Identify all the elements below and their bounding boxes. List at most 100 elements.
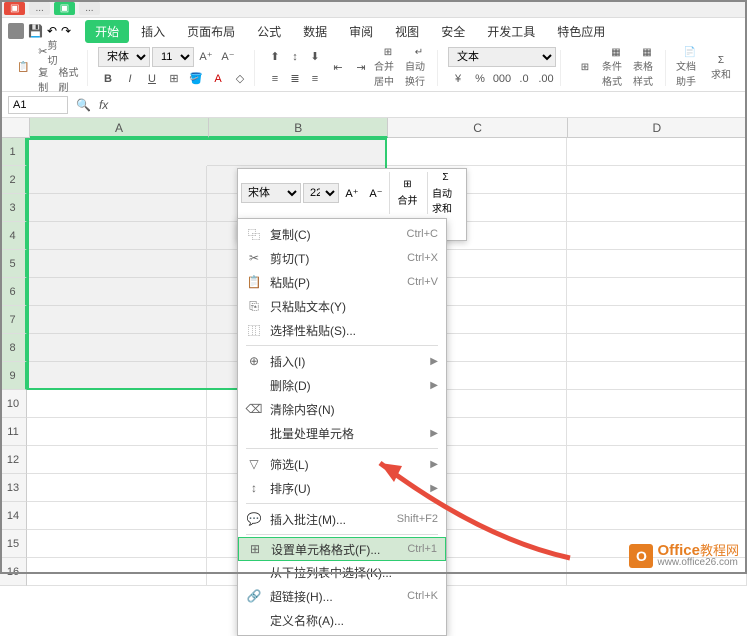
table-style-button[interactable]: ▦表格样式: [633, 50, 661, 86]
italic-button[interactable]: I: [120, 69, 140, 89]
align-left-icon[interactable]: ≡: [265, 69, 285, 89]
name-box[interactable]: [8, 96, 68, 114]
row-header[interactable]: 12: [0, 446, 27, 474]
fill-color-button[interactable]: 🪣: [186, 69, 206, 89]
fx-icon[interactable]: 🔍: [76, 98, 91, 112]
ctx-paste-text[interactable]: ⎘只粘贴文本(Y): [238, 294, 446, 318]
underline-button[interactable]: U: [142, 69, 162, 89]
ctx-define-name[interactable]: 定义名称(A)...: [238, 608, 446, 632]
tab-review[interactable]: 审阅: [339, 20, 383, 43]
format-painter-button[interactable]: 格式刷: [59, 64, 83, 94]
row-header[interactable]: 13: [0, 474, 27, 502]
ctx-cut[interactable]: ✂剪切(T)Ctrl+X: [238, 246, 446, 270]
col-header-d[interactable]: D: [568, 118, 747, 138]
chevron-right-icon: ▶: [430, 356, 438, 367]
col-header-a[interactable]: A: [30, 118, 209, 138]
ctx-paste-special[interactable]: ⿲选择性粘贴(S)...: [238, 318, 446, 342]
doc-helper-button[interactable]: 📄文档助手: [676, 50, 704, 86]
wrap-text-button[interactable]: ↵自动换行: [405, 50, 433, 86]
ctx-batch[interactable]: 批量处理单元格▶: [238, 421, 446, 445]
mini-font-select[interactable]: 宋体: [241, 183, 301, 203]
align-right-icon[interactable]: ≡: [305, 69, 325, 89]
ctx-comment[interactable]: 💬插入批注(M)...Shift+F2: [238, 507, 446, 531]
tab-dev[interactable]: 开发工具: [477, 20, 545, 43]
align-bot-icon[interactable]: ⬇: [305, 47, 325, 67]
sum-button[interactable]: Σ求和: [707, 50, 735, 86]
ctx-insert[interactable]: ⊕插入(I)▶: [238, 349, 446, 373]
ctx-sort[interactable]: ↕排序(U)▶: [238, 476, 446, 500]
row-header[interactable]: 3: [0, 194, 27, 222]
watermark-logo-icon: O: [629, 544, 653, 568]
col-header-b[interactable]: B: [209, 118, 388, 138]
ctx-paste[interactable]: 📋粘贴(P)Ctrl+V: [238, 270, 446, 294]
align-center-icon[interactable]: ≣: [285, 69, 305, 89]
ctx-format-cells[interactable]: ⊞设置单元格格式(F)...Ctrl+1: [238, 537, 446, 561]
app-menu-icon[interactable]: [8, 23, 24, 39]
number-format-select[interactable]: 文本: [448, 47, 556, 67]
merge-center-button[interactable]: ⊞合并居中: [374, 50, 402, 86]
row-header[interactable]: 2: [0, 166, 27, 194]
row-header[interactable]: 4: [0, 222, 27, 250]
row-header[interactable]: 16: [0, 558, 27, 586]
font-name-select[interactable]: 宋体: [98, 47, 150, 67]
grow-font-icon[interactable]: A⁺: [196, 47, 216, 67]
redo-icon[interactable]: ↷: [61, 24, 71, 38]
mini-sum-button[interactable]: Σ自动求和: [427, 172, 463, 214]
currency-icon[interactable]: ¥: [448, 69, 468, 89]
cell-format-button[interactable]: ⊞: [571, 50, 599, 86]
copy-button[interactable]: 复制: [38, 64, 54, 94]
ctx-delete[interactable]: 删除(D)▶: [238, 373, 446, 397]
ctx-hyperlink[interactable]: 🔗超链接(H)...Ctrl+K: [238, 584, 446, 608]
tab-home[interactable]: 开始: [85, 20, 129, 43]
save-icon[interactable]: 💾: [28, 24, 43, 38]
tab-insert[interactable]: 插入: [131, 20, 175, 43]
shrink-font-icon[interactable]: A⁻: [218, 47, 238, 67]
dec-dec-icon[interactable]: .00: [536, 69, 556, 89]
dec-inc-icon[interactable]: .0: [514, 69, 534, 89]
tab-view[interactable]: 视图: [385, 20, 429, 43]
row-header[interactable]: 15: [0, 530, 27, 558]
tab-page-layout[interactable]: 页面布局: [177, 20, 245, 43]
col-header-c[interactable]: C: [388, 118, 567, 138]
doc-tab-1[interactable]: ...: [29, 2, 49, 15]
mini-size-select[interactable]: 22: [303, 183, 339, 203]
paste-button[interactable]: 📋: [12, 50, 35, 86]
ctx-clear[interactable]: ⌫清除内容(N): [238, 397, 446, 421]
ctx-filter[interactable]: ▽筛选(L)▶: [238, 452, 446, 476]
row-header[interactable]: 6: [0, 278, 27, 306]
doc-tab-3[interactable]: ...: [79, 2, 99, 15]
row-header[interactable]: 14: [0, 502, 27, 530]
row-header[interactable]: 5: [0, 250, 27, 278]
percent-icon[interactable]: %: [470, 69, 490, 89]
select-all-corner[interactable]: [0, 118, 30, 138]
comma-icon[interactable]: 000: [492, 69, 512, 89]
clear-format-button[interactable]: ◇: [230, 69, 250, 89]
tab-security[interactable]: 安全: [431, 20, 475, 43]
row-header[interactable]: 8: [0, 334, 27, 362]
align-top-icon[interactable]: ⬆: [265, 47, 285, 67]
indent-inc-icon[interactable]: ⇥: [351, 58, 371, 78]
tab-special[interactable]: 特色应用: [547, 20, 615, 43]
row-header[interactable]: 1: [0, 138, 27, 166]
cut-button[interactable]: ✂ 剪切: [38, 42, 58, 62]
app-tab[interactable]: ▣: [4, 2, 25, 15]
tab-data[interactable]: 数据: [293, 20, 337, 43]
align-mid-icon[interactable]: ↕: [285, 47, 305, 67]
border-button[interactable]: ⊞: [164, 69, 184, 89]
row-header[interactable]: 9: [0, 362, 27, 390]
row-header[interactable]: 10: [0, 390, 27, 418]
font-color-button[interactable]: A: [208, 69, 228, 89]
ctx-dropdown-select[interactable]: 从下拉列表中选择(K)...: [238, 560, 446, 584]
indent-dec-icon[interactable]: ⇤: [328, 58, 348, 78]
cond-format-button[interactable]: ▦条件格式: [602, 50, 630, 86]
ctx-copy[interactable]: ⿻复制(C)Ctrl+C: [238, 222, 446, 246]
mini-merge-button[interactable]: ⊞合并: [389, 172, 425, 214]
row-header[interactable]: 7: [0, 306, 27, 334]
mini-grow-font-icon[interactable]: A⁺: [341, 183, 363, 203]
doc-tab-2[interactable]: ▣: [54, 2, 75, 15]
bold-button[interactable]: B: [98, 69, 118, 89]
font-size-select[interactable]: 11: [152, 47, 194, 67]
tab-formula[interactable]: 公式: [247, 20, 291, 43]
row-header[interactable]: 11: [0, 418, 27, 446]
mini-shrink-font-icon[interactable]: A⁻: [365, 183, 387, 203]
